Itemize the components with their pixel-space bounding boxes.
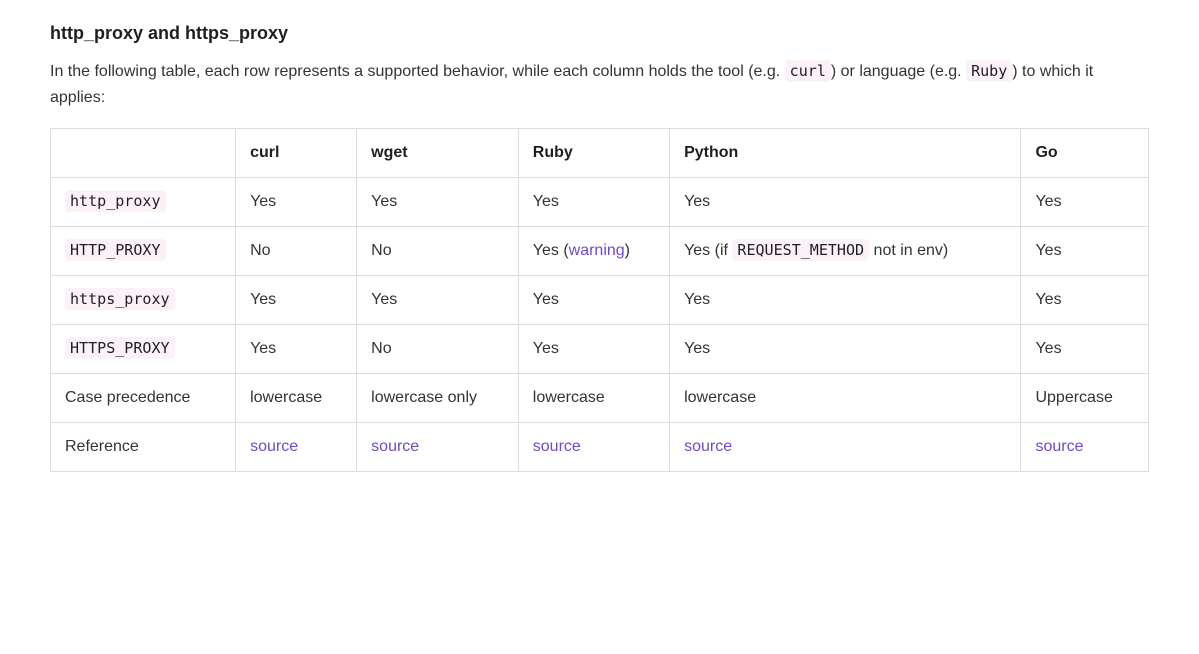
row-label: https_proxy xyxy=(51,276,236,325)
source-link-go[interactable]: source xyxy=(1035,438,1083,455)
table-row: http_proxy Yes Yes Yes Yes Yes xyxy=(51,178,1149,227)
table-row: HTTPS_PROXY Yes No Yes Yes Yes xyxy=(51,325,1149,374)
cell: source xyxy=(1021,423,1149,472)
cell-text: ) xyxy=(625,242,630,259)
row-label: Case precedence xyxy=(51,374,236,423)
cell-text: Yes (if xyxy=(684,242,732,259)
row-label: HTTP_PROXY xyxy=(51,227,236,276)
cell: Yes xyxy=(670,325,1021,374)
cell: Yes (warning) xyxy=(518,227,669,276)
source-link-wget[interactable]: source xyxy=(371,438,419,455)
source-link-ruby[interactable]: source xyxy=(533,438,581,455)
cell: lowercase xyxy=(518,374,669,423)
cell: Yes xyxy=(518,276,669,325)
cell: lowercase xyxy=(236,374,357,423)
cell-text: not in env) xyxy=(869,242,948,259)
cell: Uppercase xyxy=(1021,374,1149,423)
env-var-code: HTTPS_PROXY xyxy=(65,337,175,359)
cell: Yes xyxy=(1021,325,1149,374)
intro-text-b: ) or language (e.g. xyxy=(831,63,966,80)
inline-code-curl: curl xyxy=(785,60,831,82)
row-label: http_proxy xyxy=(51,178,236,227)
cell: source xyxy=(357,423,519,472)
cell: No xyxy=(236,227,357,276)
env-var-code: http_proxy xyxy=(65,190,166,212)
cell: lowercase xyxy=(670,374,1021,423)
cell: Yes xyxy=(236,325,357,374)
cell: No xyxy=(357,325,519,374)
env-var-code: https_proxy xyxy=(65,288,175,310)
col-wget: wget xyxy=(357,129,519,178)
col-python: Python xyxy=(670,129,1021,178)
warning-link[interactable]: warning xyxy=(569,242,625,259)
source-link-python[interactable]: source xyxy=(684,438,732,455)
cell: Yes xyxy=(236,178,357,227)
cell: Yes xyxy=(670,178,1021,227)
intro-paragraph: In the following table, each row represe… xyxy=(50,59,1149,110)
col-empty xyxy=(51,129,236,178)
cell: Yes xyxy=(1021,276,1149,325)
cell: Yes xyxy=(670,276,1021,325)
cell: Yes xyxy=(236,276,357,325)
cell: Yes xyxy=(518,325,669,374)
cell: Yes xyxy=(1021,178,1149,227)
cell: Yes xyxy=(518,178,669,227)
table-row: Reference source source source source so… xyxy=(51,423,1149,472)
col-curl: curl xyxy=(236,129,357,178)
intro-text-a: In the following table, each row represe… xyxy=(50,63,785,80)
cell: Yes xyxy=(1021,227,1149,276)
table-row: HTTP_PROXY No No Yes (warning) Yes (if R… xyxy=(51,227,1149,276)
cell: No xyxy=(357,227,519,276)
cell: source xyxy=(670,423,1021,472)
cell-text: Yes ( xyxy=(533,242,569,259)
row-label: HTTPS_PROXY xyxy=(51,325,236,374)
col-go: Go xyxy=(1021,129,1149,178)
inline-code-ruby: Ruby xyxy=(966,60,1012,82)
proxy-support-table: curl wget Ruby Python Go http_proxy Yes … xyxy=(50,128,1149,472)
source-link-curl[interactable]: source xyxy=(250,438,298,455)
cell: Yes xyxy=(357,178,519,227)
col-ruby: Ruby xyxy=(518,129,669,178)
cell: Yes (if REQUEST_METHOD not in env) xyxy=(670,227,1021,276)
table-row: https_proxy Yes Yes Yes Yes Yes xyxy=(51,276,1149,325)
row-label: Reference xyxy=(51,423,236,472)
cell: Yes xyxy=(357,276,519,325)
cell: source xyxy=(236,423,357,472)
cell: source xyxy=(518,423,669,472)
env-var-code: HTTP_PROXY xyxy=(65,239,166,261)
table-row: Case precedence lowercase lowercase only… xyxy=(51,374,1149,423)
env-var-code: REQUEST_METHOD xyxy=(732,239,869,261)
section-heading: http_proxy and https_proxy xyxy=(50,20,1149,47)
table-header-row: curl wget Ruby Python Go xyxy=(51,129,1149,178)
cell: lowercase only xyxy=(357,374,519,423)
